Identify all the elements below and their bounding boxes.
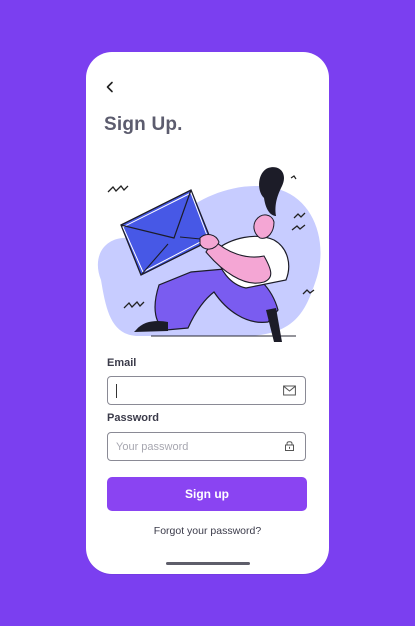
password-input[interactable] (108, 433, 276, 460)
password-field[interactable] (107, 432, 306, 461)
back-button[interactable] (104, 81, 116, 93)
email-label: Email (107, 357, 137, 369)
chevron-left-icon (106, 81, 113, 93)
signup-illustration (97, 167, 321, 342)
sign-up-button[interactable]: Sign up (107, 477, 307, 511)
page-title: Sign Up. (104, 114, 183, 135)
forgot-password-link[interactable]: Forgot your password? (86, 525, 329, 537)
email-field[interactable] (107, 376, 306, 405)
text-cursor (116, 384, 118, 398)
email-input[interactable] (108, 377, 276, 404)
password-label: Password (107, 412, 159, 424)
lock-icon (285, 441, 294, 451)
envelope-icon (283, 385, 296, 396)
phone-frame: Sign Up. Email Password Sign up Forgot y… (86, 52, 329, 574)
home-indicator (166, 562, 250, 565)
